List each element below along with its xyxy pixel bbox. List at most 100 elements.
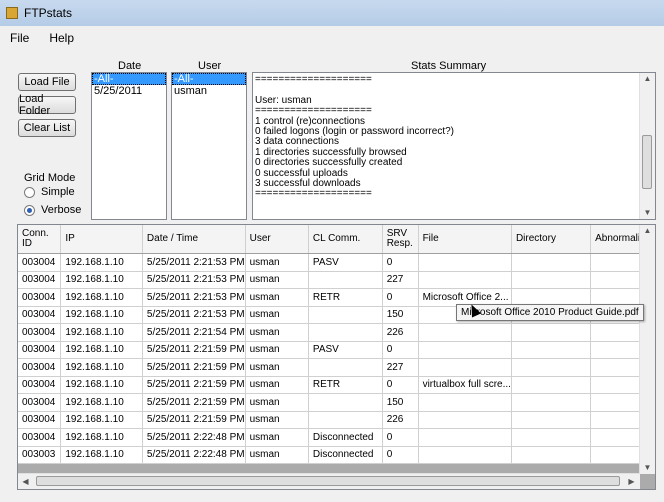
stats-summary-box[interactable]: ==================== User: usman ========… xyxy=(252,72,656,220)
table-cell[interactable]: 192.168.1.10 xyxy=(60,428,143,447)
table-cell[interactable]: RETR xyxy=(308,288,383,307)
table-cell[interactable]: 003004 xyxy=(18,323,62,342)
table-cell[interactable] xyxy=(511,358,592,377)
table-cell[interactable] xyxy=(418,323,512,342)
table-cell[interactable] xyxy=(418,428,512,447)
table-cell[interactable]: 192.168.1.10 xyxy=(60,306,143,324)
grid-h-scroll-thumb[interactable] xyxy=(36,476,620,486)
radio-simple[interactable]: Simple xyxy=(24,186,75,198)
table-cell[interactable]: 003004 xyxy=(18,341,62,359)
table-cell[interactable]: 192.168.1.10 xyxy=(60,323,143,342)
title-bar[interactable]: FTPstats xyxy=(0,0,664,26)
table-cell[interactable]: 003004 xyxy=(18,271,62,289)
user-item-all[interactable]: -All- xyxy=(172,73,246,85)
column-header[interactable]: CL Comm. xyxy=(308,225,383,254)
table-row[interactable]: 003004 192.168.1.10 5/25/2011 2:21:59 PM us… xyxy=(18,411,655,429)
table-cell[interactable]: usman xyxy=(245,446,309,464)
table-cell[interactable]: 5/25/2011 2:21:53 PM xyxy=(142,288,246,307)
scroll-left-icon[interactable]: ◀ xyxy=(18,476,33,488)
column-header[interactable]: Conn. ID xyxy=(18,225,62,254)
table-cell[interactable]: 0 xyxy=(382,446,419,464)
table-cell[interactable] xyxy=(308,323,383,342)
table-cell[interactable]: 003004 xyxy=(18,358,62,377)
table-cell[interactable]: 003004 xyxy=(18,288,62,307)
clear-list-button[interactable]: Clear List xyxy=(18,119,76,137)
table-cell[interactable] xyxy=(418,411,512,429)
menu-file[interactable]: File xyxy=(0,31,39,45)
date-item-all[interactable]: -All- xyxy=(92,73,166,85)
table-row[interactable]: 003004 192.168.1.10 5/25/2011 2:22:48 PM us… xyxy=(18,428,655,447)
table-row[interactable]: 003003 192.168.1.10 5/25/2011 2:22:48 PM us… xyxy=(18,446,655,464)
table-cell[interactable]: RETR xyxy=(308,376,383,394)
radio-verbose[interactable]: Verbose xyxy=(24,204,81,216)
table-cell[interactable]: PASV xyxy=(308,341,383,359)
table-cell[interactable] xyxy=(308,306,383,324)
table-cell[interactable] xyxy=(511,411,592,429)
scroll-right-icon[interactable]: ▶ xyxy=(624,476,639,488)
table-cell[interactable]: usman xyxy=(245,376,309,394)
table-cell[interactable]: 0 xyxy=(382,253,419,272)
grid-scroll-down-icon[interactable]: ▼ xyxy=(640,462,655,474)
table-cell[interactable]: 5/25/2011 2:22:48 PM xyxy=(142,428,246,447)
table-cell[interactable] xyxy=(308,358,383,377)
date-item-date[interactable]: 5/25/2011 xyxy=(92,85,166,97)
table-cell[interactable]: 192.168.1.10 xyxy=(60,446,143,464)
table-cell[interactable]: 0 xyxy=(382,376,419,394)
load-file-button[interactable]: Load File xyxy=(18,73,76,91)
table-cell[interactable]: 192.168.1.10 xyxy=(60,271,143,289)
table-row[interactable]: 003004 192.168.1.10 5/25/2011 2:21:59 PM us… xyxy=(18,341,655,359)
table-cell[interactable]: 5/25/2011 2:21:59 PM xyxy=(142,376,246,394)
table-cell[interactable] xyxy=(308,393,383,412)
table-cell[interactable]: usman xyxy=(245,358,309,377)
table-cell[interactable] xyxy=(511,323,592,342)
table-cell[interactable]: 5/25/2011 2:21:53 PM xyxy=(142,306,246,324)
table-cell[interactable] xyxy=(511,253,592,272)
column-header[interactable]: IP xyxy=(60,225,143,254)
table-cell[interactable] xyxy=(308,271,383,289)
radio-simple-circle[interactable] xyxy=(24,186,35,198)
radio-verbose-circle[interactable] xyxy=(24,204,35,216)
table-cell[interactable]: 003003 xyxy=(18,446,62,464)
user-listbox[interactable]: -All- usman xyxy=(171,72,247,220)
column-header[interactable]: SRV Resp. xyxy=(382,225,419,254)
table-cell[interactable]: 192.168.1.10 xyxy=(60,341,143,359)
table-cell[interactable]: PASV xyxy=(308,253,383,272)
table-cell[interactable] xyxy=(418,271,512,289)
table-cell[interactable]: 192.168.1.10 xyxy=(60,393,143,412)
column-header[interactable]: File xyxy=(418,225,512,254)
table-cell[interactable] xyxy=(511,271,592,289)
table-cell[interactable]: 003004 xyxy=(18,393,62,412)
table-row[interactable]: 003004 192.168.1.10 5/25/2011 2:21:53 PM us… xyxy=(18,253,655,272)
summary-scroll-thumb[interactable] xyxy=(642,135,652,189)
table-cell[interactable]: 003004 xyxy=(18,376,62,394)
table-cell[interactable]: 5/25/2011 2:21:54 PM xyxy=(142,323,246,342)
table-cell[interactable]: usman xyxy=(245,341,309,359)
table-cell[interactable] xyxy=(511,428,592,447)
table-row[interactable]: 003004 192.168.1.10 5/25/2011 2:21:59 PM us… xyxy=(18,376,655,394)
table-cell[interactable] xyxy=(511,393,592,412)
table-cell[interactable]: 5/25/2011 2:22:48 PM xyxy=(142,446,246,464)
table-cell[interactable] xyxy=(308,411,383,429)
table-cell[interactable]: 003004 xyxy=(18,428,62,447)
table-cell[interactable]: 003004 xyxy=(18,411,62,429)
table-row[interactable]: 003004 192.168.1.10 5/25/2011 2:21:59 PM us… xyxy=(18,393,655,412)
table-cell[interactable]: 003004 xyxy=(18,306,62,324)
table-row[interactable]: 003004 192.168.1.10 5/25/2011 2:21:54 PM us… xyxy=(18,323,655,342)
table-cell[interactable]: 192.168.1.10 xyxy=(60,411,143,429)
table-cell[interactable]: 192.168.1.10 xyxy=(60,253,143,272)
table-cell[interactable]: 192.168.1.10 xyxy=(60,288,143,307)
load-folder-button[interactable]: Load Folder xyxy=(18,93,76,117)
connections-grid[interactable]: Conn. ID IP Date / Time User CL Comm. SRV Res… xyxy=(17,224,656,490)
table-cell[interactable]: 150 xyxy=(382,393,419,412)
table-cell[interactable]: 5/25/2011 2:21:59 PM xyxy=(142,411,246,429)
table-cell[interactable] xyxy=(511,341,592,359)
scroll-up-icon[interactable]: ▲ xyxy=(640,73,655,85)
table-cell[interactable]: usman xyxy=(245,393,309,412)
table-cell[interactable]: usman xyxy=(245,428,309,447)
table-cell[interactable]: Disconnected xyxy=(308,446,383,464)
table-cell[interactable]: 0 xyxy=(382,288,419,307)
table-cell[interactable]: 192.168.1.10 xyxy=(60,358,143,377)
table-cell[interactable]: 5/25/2011 2:21:59 PM xyxy=(142,341,246,359)
menu-help[interactable]: Help xyxy=(39,31,84,45)
table-cell[interactable]: usman xyxy=(245,306,309,324)
